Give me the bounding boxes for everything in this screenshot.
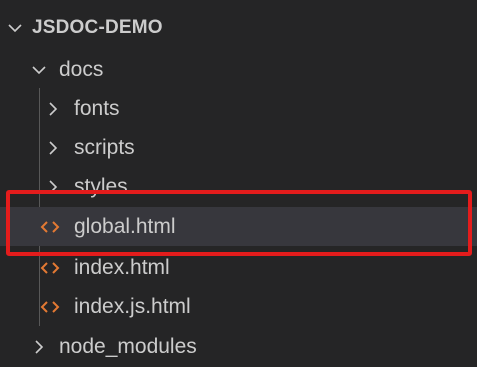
tree-item-label: styles [74, 175, 128, 198]
tree-item-styles[interactable]: styles [0, 167, 477, 206]
chevron-right-icon[interactable] [42, 167, 64, 206]
explorer-panel: JSDOC-DEMO docs fonts scripts styles glo… [0, 0, 477, 367]
html-file-icon [38, 248, 62, 287]
tree-item-label: fonts [74, 97, 120, 120]
tree-item-global-html[interactable]: global.html [0, 207, 477, 246]
html-file-icon [38, 287, 62, 326]
tree-item-node-modules[interactable]: node_modules [0, 327, 477, 366]
chevron-down-icon[interactable] [4, 8, 26, 47]
tree-item-label: node_modules [59, 335, 197, 358]
section-title: JSDOC-DEMO [32, 17, 163, 38]
section-header-jsdoc-demo[interactable]: JSDOC-DEMO [0, 8, 477, 47]
tree-item-label: docs [59, 58, 104, 81]
tree-item-label: scripts [74, 136, 135, 159]
tree-item-label: index.js.html [74, 295, 191, 318]
tree-item-docs[interactable]: docs [0, 50, 477, 89]
tree-item-label: index.html [74, 256, 170, 279]
tree-item-index-html[interactable]: index.html [0, 248, 477, 287]
chevron-down-icon[interactable] [28, 50, 50, 89]
tree-item-index-js-html[interactable]: index.js.html [0, 287, 477, 326]
tree-item-scripts[interactable]: scripts [0, 128, 477, 167]
chevron-right-icon[interactable] [42, 128, 64, 167]
tree-item-label: global.html [74, 215, 176, 238]
chevron-right-icon[interactable] [42, 89, 64, 128]
chevron-right-icon[interactable] [28, 327, 50, 366]
tree-item-fonts[interactable]: fonts [0, 89, 477, 128]
html-file-icon [38, 207, 62, 246]
